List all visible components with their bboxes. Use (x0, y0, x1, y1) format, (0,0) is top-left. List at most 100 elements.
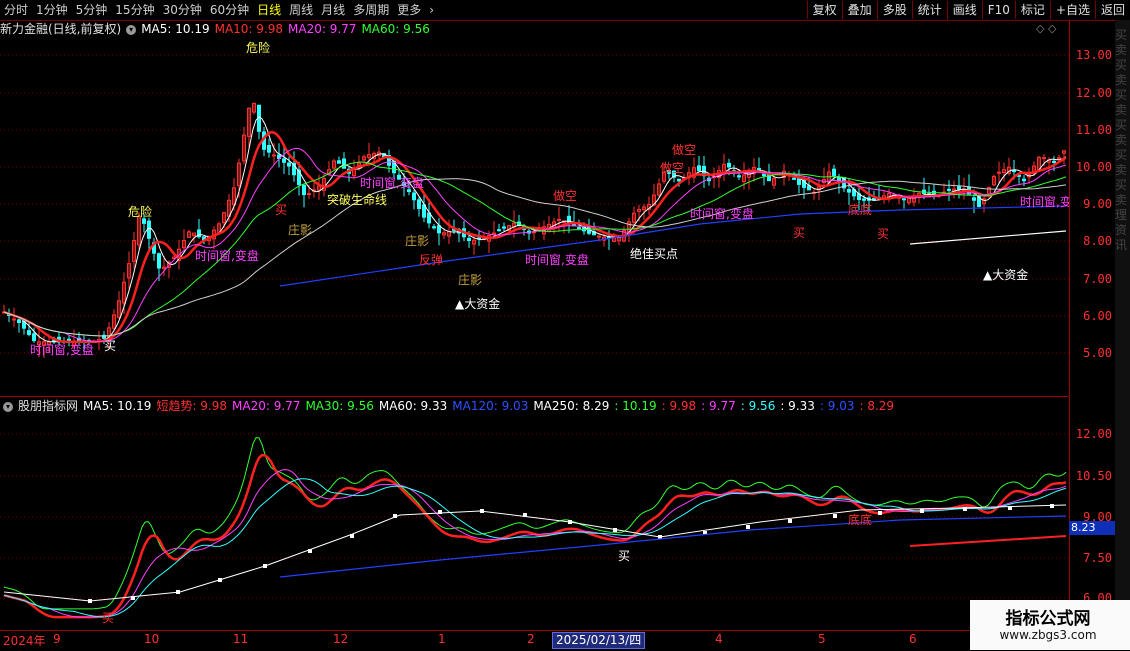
chart-annotation: 做空 (672, 142, 696, 157)
candle-body (417, 199, 421, 209)
chart-annotation: ▲大资金 (455, 296, 500, 311)
indicator-annotation: 买 (102, 611, 114, 625)
candle-body (157, 253, 161, 269)
x-tick-label: 5 (818, 632, 826, 646)
candle-body (737, 175, 741, 178)
chart-annotation: 时间窗,变盘 (195, 248, 259, 263)
candle-body (302, 184, 306, 196)
watermark-title: 指标公式网 (1005, 609, 1091, 629)
chart-annotation: 突破生命线 (327, 192, 387, 207)
candle-body (432, 226, 436, 229)
candle-body (12, 318, 16, 321)
candle-body (697, 165, 701, 172)
ind-trend-line (909, 535, 1067, 547)
right-side-strip[interactable]: 买卖买卖买卖买卖买卖买卖理资讯 (1115, 20, 1130, 650)
chart-annotation: 买 (793, 226, 805, 240)
chart-annotation: 时间窗,变盘 (690, 206, 754, 221)
ind-marker (613, 528, 617, 532)
candle-body (577, 227, 581, 230)
ind-marker (1008, 506, 1012, 510)
x-tick-label: 2 (527, 632, 535, 646)
price-axis-indicator: 12.00 10.50 9.00 7.50 6.00 (1069, 397, 1116, 630)
watermark-url: www.zbgs3.com (999, 628, 1097, 642)
ma20-line (3, 147, 1067, 343)
candle-body (337, 160, 341, 164)
chart-annotation: 时间窗,变盘 (30, 342, 94, 357)
x-tick-label: 12 (333, 632, 349, 646)
candle-body (32, 333, 36, 342)
ind-marker (788, 519, 792, 523)
cursor-date: 2025/02/13/四 (552, 632, 646, 649)
ind-marker (963, 507, 967, 511)
chart-annotation: 绝佳买点 (630, 246, 678, 261)
ind-marker (480, 509, 484, 513)
x-tick-label: 9 (53, 632, 61, 646)
candle-body (282, 158, 286, 163)
indicator-annotation: 底底 (848, 512, 872, 527)
chart-annotation: 做空 (660, 160, 684, 175)
candle-body (1052, 160, 1056, 164)
price-axis-main: 13.00 12.00 11.00 10.00 9.00 8.00 7.00 6.00 5.00 (1069, 20, 1116, 396)
candle-body (1042, 157, 1046, 160)
y-tick-label: 8.00 (1083, 234, 1112, 248)
y-tick-label: 5.00 (1083, 346, 1112, 360)
y-tick-label: 11.00 (1075, 123, 1112, 137)
chart-annotation: 反弹 (419, 253, 443, 267)
ind-marker (1050, 504, 1054, 508)
current-price-tag: 8.23 (1069, 521, 1115, 535)
y-tick-label: 7.00 (1083, 272, 1112, 286)
candle-body (957, 186, 961, 190)
ind-marker (218, 578, 222, 582)
ind-line-red (3, 453, 1067, 619)
chart-annotation: 时间窗,变盘 (360, 175, 424, 190)
ma10-line (3, 131, 1067, 344)
chart-annotation: 时间窗,变盘 (525, 252, 589, 267)
ind-marker (523, 513, 527, 517)
candle-body (557, 218, 561, 221)
ind-marker (438, 510, 442, 514)
candle-body (1012, 170, 1016, 173)
x-tick-label: 11 (233, 632, 249, 646)
right-strip-text: 买卖买卖买卖买卖买卖买卖理资讯 (1115, 28, 1128, 252)
candle-body (272, 154, 276, 157)
ind-marker (263, 564, 267, 568)
chart-annotation: 买 (877, 227, 889, 241)
candle-body (677, 178, 681, 182)
candle-body (832, 168, 836, 176)
y-tick-label: 9.00 (1083, 197, 1112, 211)
toolbar-button[interactable]: 返回 (1094, 1, 1130, 19)
ind-marker (393, 514, 397, 518)
panel-divider (0, 396, 1069, 397)
chart-annotation: 庄影 (288, 222, 312, 237)
chart-annotation: 危险 (128, 204, 152, 219)
candle-body (497, 229, 501, 232)
ind-marker (746, 525, 750, 529)
y-tick-label: 7.50 (1083, 551, 1112, 565)
candle-body (17, 319, 21, 324)
candle-body (847, 189, 851, 193)
candle-body (467, 237, 471, 242)
ind-line-green (3, 437, 1067, 610)
y-tick-label: 13.00 (1075, 48, 1112, 62)
chart-annotation: 做空 (553, 188, 577, 203)
candle-body (862, 198, 866, 201)
candle-body (902, 198, 906, 201)
trend-line (909, 230, 1067, 245)
candle-body (342, 158, 346, 169)
chart-annotation: 庄影 (405, 233, 429, 248)
candle-body (792, 177, 796, 180)
chart-annotation: 危险 (246, 40, 270, 55)
candle-body (407, 189, 411, 193)
y-tick-label: 10.00 (1075, 160, 1112, 174)
y-tick-label: 10.50 (1075, 469, 1112, 483)
ind-marker (308, 549, 312, 553)
kline-chart[interactable]: 危险危险庄影庄影庄影反弹时间窗,变盘时间窗,变盘时间窗,变盘时间窗,变盘时间窗,… (0, 0, 1069, 630)
y-tick-label: 12.00 (1075, 427, 1112, 441)
chart-annotation: 庄影 (458, 272, 482, 287)
x-tick-label: 2024年 (3, 634, 46, 648)
x-tick-label: 4 (715, 632, 723, 646)
y-tick-label: 12.00 (1075, 86, 1112, 100)
candle-body (27, 330, 31, 335)
ind-marker (131, 596, 135, 600)
chart-annotation: 买 (104, 339, 116, 353)
